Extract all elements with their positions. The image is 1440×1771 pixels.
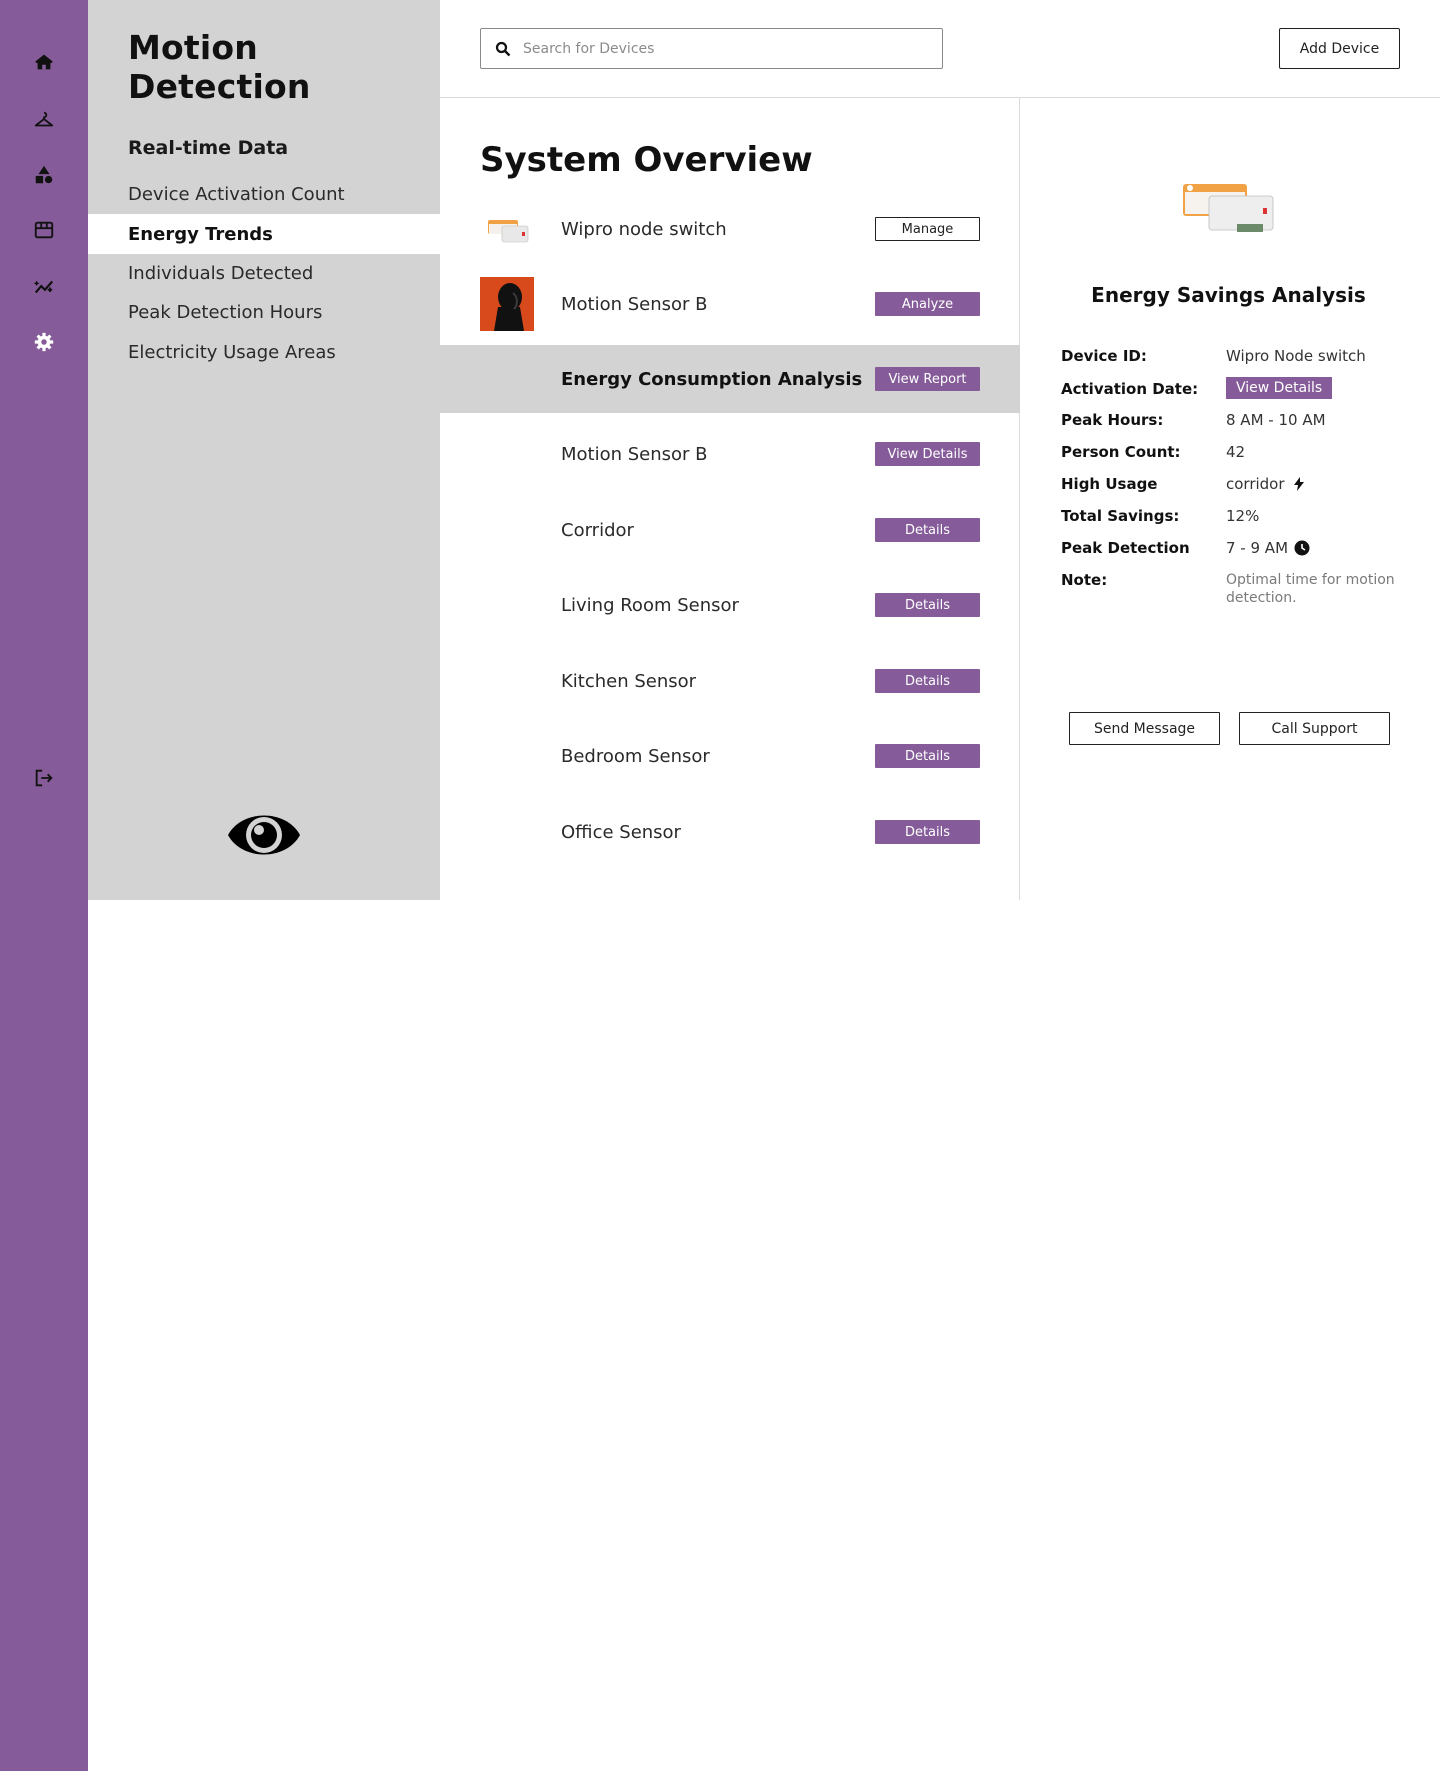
field-label: Peak Detection <box>1061 539 1190 557</box>
hanger-icon[interactable] <box>32 108 56 132</box>
field-total-savings: Total Savings: 12% <box>1061 507 1421 525</box>
field-label: Total Savings: <box>1061 507 1180 525</box>
field-value: Wipro Node switch <box>1226 347 1366 365</box>
icon-rail <box>0 0 88 1771</box>
nav-section-title: Real-time Data <box>128 137 289 159</box>
row-label: Kitchen Sensor <box>561 670 697 692</box>
list-item: Living Room Sensor Details <box>440 571 1020 639</box>
row-label: Corridor <box>561 519 634 541</box>
details-button[interactable]: Details <box>875 744 980 768</box>
row-label: Energy Consumption Analysis <box>561 368 863 390</box>
details-button[interactable]: Details <box>875 669 980 693</box>
field-note: Note: Optimal time for motion detection. <box>1061 571 1421 607</box>
list-item: Motion Sensor B View Details <box>440 420 1020 488</box>
details-button[interactable]: Details <box>875 593 980 617</box>
nav-item-peak-detection-hours[interactable]: Peak Detection Hours <box>88 292 440 332</box>
row-label: Motion Sensor B <box>561 443 708 465</box>
section-title: System Overview <box>480 140 813 180</box>
device-list-panel: System Overview Wipro node switch Manage… <box>440 98 1020 900</box>
store-icon[interactable] <box>32 218 56 242</box>
app-title: Motion Detection <box>128 28 311 106</box>
call-support-button[interactable]: Call Support <box>1239 712 1390 745</box>
home-icon[interactable] <box>32 50 56 74</box>
row-label: Bedroom Sensor <box>561 745 710 767</box>
search-input[interactable] <box>523 40 923 57</box>
list-item: Office Sensor Details <box>440 798 1020 866</box>
field-value: 42 <box>1226 443 1246 461</box>
logout-icon[interactable] <box>32 766 56 790</box>
list-item: Bedroom Sensor Details <box>440 722 1020 790</box>
view-report-button[interactable]: View Report <box>875 367 980 391</box>
search-icon <box>495 41 511 56</box>
row-label: Office Sensor <box>561 821 681 843</box>
field-label: High Usage <box>1061 475 1158 493</box>
field-label: Person Count: <box>1061 443 1181 461</box>
detail-panel: Energy Savings Analysis Device ID: Wipro… <box>1021 98 1440 900</box>
gear-icon[interactable] <box>32 330 56 354</box>
field-peak-hours: Peak Hours: 8 AM - 10 AM <box>1061 411 1421 429</box>
field-value-wrap: corridor <box>1226 475 1307 493</box>
nav-item-electricity-usage-areas[interactable]: Electricity Usage Areas <box>88 332 440 372</box>
person-avatar <box>480 277 534 331</box>
list-item: Corridor Details <box>440 496 1020 564</box>
nav-item-individuals-detected[interactable]: Individuals Detected <box>88 253 440 293</box>
field-value: 7 - 9 AM <box>1226 539 1289 557</box>
device-thumbnail <box>480 202 534 256</box>
list-item: Motion Sensor B Analyze <box>440 270 1020 338</box>
field-person-count: Person Count: 42 <box>1061 443 1421 461</box>
view-details-button[interactable]: View Details <box>875 442 980 466</box>
row-label: Motion Sensor B <box>561 293 708 315</box>
list-item: Kitchen Sensor Details <box>440 647 1020 715</box>
field-device-id: Device ID: Wipro Node switch <box>1061 347 1421 365</box>
field-label: Peak Hours: <box>1061 411 1164 429</box>
clock-icon <box>1294 540 1310 556</box>
field-peak-detection: Peak Detection 7 - 9 AM <box>1061 539 1421 557</box>
field-value: Optimal time for motion detection. <box>1226 572 1395 606</box>
nav-item-device-activation-count[interactable]: Device Activation Count <box>88 174 440 214</box>
list-item-selected[interactable]: Energy Consumption Analysis View Report <box>440 345 1020 413</box>
nav-item-energy-trends[interactable]: Energy Trends <box>88 214 440 254</box>
nav-panel: Motion Detection Real-time Data Device A… <box>88 0 440 900</box>
field-label: Activation Date: <box>1061 380 1199 398</box>
details-button[interactable]: Details <box>875 820 980 844</box>
list-item: Wipro node switch Manage <box>440 195 1020 263</box>
add-device-button[interactable]: Add Device <box>1279 28 1400 69</box>
search-box[interactable] <box>480 28 943 69</box>
field-value: 12% <box>1226 507 1260 525</box>
shapes-icon[interactable] <box>32 163 56 187</box>
activation-view-details-button[interactable]: View Details <box>1226 377 1333 399</box>
field-value: 8 AM - 10 AM <box>1226 411 1326 429</box>
analytics-icon[interactable] <box>32 275 56 299</box>
bolt-icon <box>1293 477 1304 491</box>
details-button[interactable]: Details <box>875 518 980 542</box>
top-header: Add Device <box>440 0 1440 98</box>
detail-title: Energy Savings Analysis <box>1091 283 1366 307</box>
field-label: Note: <box>1061 571 1108 589</box>
analyze-button[interactable]: Analyze <box>875 292 980 316</box>
eye-icon <box>226 803 302 867</box>
field-value-wrap: 7 - 9 AM <box>1226 539 1310 557</box>
device-image <box>1181 178 1281 236</box>
field-value: corridor <box>1226 475 1285 493</box>
send-message-button[interactable]: Send Message <box>1069 712 1220 745</box>
row-label: Living Room Sensor <box>561 594 739 616</box>
field-activation-date: Activation Date: View Details <box>1061 377 1421 399</box>
field-label: Device ID: <box>1061 347 1147 365</box>
field-high-usage: High Usage corridor <box>1061 475 1421 493</box>
manage-button[interactable]: Manage <box>875 217 980 241</box>
row-label: Wipro node switch <box>561 218 727 240</box>
